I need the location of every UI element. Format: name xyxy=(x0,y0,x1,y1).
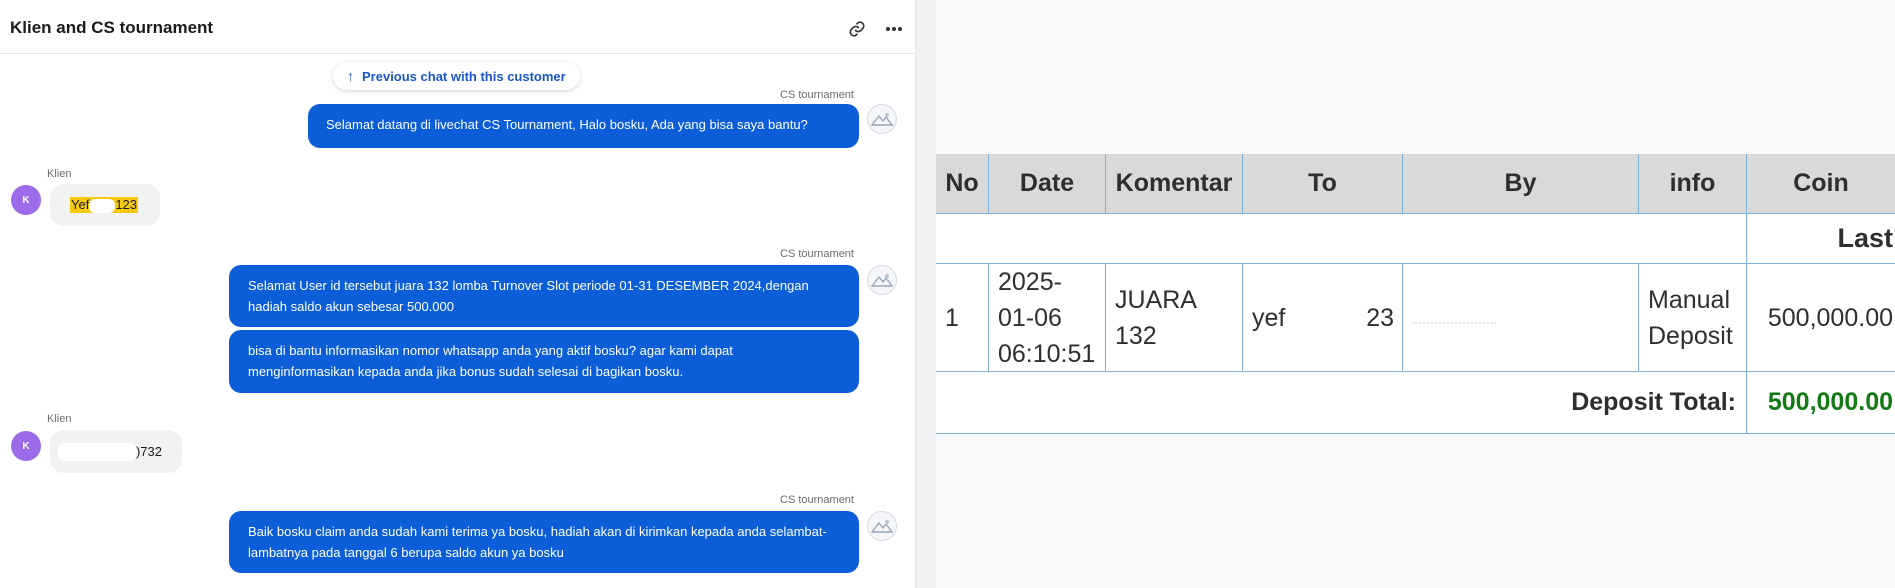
chat-panel: Klien and CS tournament ↑ Previous chat … xyxy=(0,0,916,588)
column-header: Coin xyxy=(1793,169,1849,197)
message-author: Klien xyxy=(47,168,72,180)
chat-header: Klien and CS tournament xyxy=(0,4,916,54)
message-bubble: )732 xyxy=(50,430,182,473)
message-text-start: Yef xyxy=(71,197,90,213)
last-label: Last xyxy=(1837,223,1893,253)
message-bubble: Selamat User id tersebut juara 132 lomba… xyxy=(229,265,859,327)
column-header: By xyxy=(1403,154,1639,213)
cs-avatar-icon xyxy=(867,104,897,134)
cell-info: Manual Deposit xyxy=(1639,264,1747,371)
link-icon[interactable] xyxy=(844,16,870,42)
previous-chat-label: Previous chat with this customer xyxy=(362,68,566,84)
cell-to: yef 23 xyxy=(1243,264,1403,371)
cell-coin: 500,000.00 xyxy=(1767,303,1893,332)
cell-no: 1 xyxy=(936,264,989,371)
previous-chat-button[interactable]: ↑ Previous chat with this customer xyxy=(333,62,580,90)
arrow-up-icon: ↑ xyxy=(347,68,354,84)
table-total-row: Deposit Total: 500,000.00 xyxy=(936,372,1895,434)
column-header: Date xyxy=(989,154,1106,213)
message-author: CS tournament xyxy=(780,248,854,260)
message-author: CS tournament xyxy=(780,89,854,101)
cell-by xyxy=(1403,264,1639,371)
panel-divider xyxy=(916,0,936,588)
column-header: info xyxy=(1639,154,1747,213)
message-bubble: Selamat datang di livechat CS Tournament… xyxy=(308,104,859,148)
cell-komentar: JUARA 132 xyxy=(1106,264,1243,371)
avatar: K xyxy=(11,185,41,215)
screen: Klien and CS tournament ↑ Previous chat … xyxy=(0,0,1895,588)
cs-avatar-icon xyxy=(867,511,897,541)
cell-date: 2025- 01-06 06:10:51 xyxy=(989,264,1106,371)
total-value: 500,000.00 xyxy=(1767,388,1893,416)
total-label: Deposit Total: xyxy=(936,372,1747,433)
transaction-panel: No Date Komentar To By info Coin Last 1 … xyxy=(936,0,1895,588)
table-row: Last xyxy=(936,214,1895,264)
avatar: K xyxy=(11,431,41,461)
table-header-row: No Date Komentar To By info Coin xyxy=(936,154,1895,214)
chat-title: Klien and CS tournament xyxy=(10,18,214,37)
cs-avatar-icon xyxy=(867,265,897,295)
column-header: To xyxy=(1243,154,1403,213)
message-bubble: Baik bosku claim anda sudah kami terima … xyxy=(229,511,859,573)
message-author: CS tournament xyxy=(780,494,854,506)
message-author: Klien xyxy=(47,413,72,425)
more-icon[interactable] xyxy=(881,16,907,42)
message-text-end: )732 xyxy=(135,444,162,459)
message-text-end: 123 xyxy=(115,197,138,213)
message-bubble: bisa di bantu informasikan nomor whatsap… xyxy=(229,330,859,393)
message-bubble: Yef 123 xyxy=(50,184,160,226)
column-header: No xyxy=(936,154,989,213)
column-header: Komentar xyxy=(1106,154,1243,213)
table-row[interactable]: 1 2025- 01-06 06:10:51 JUARA 132 yef 23 xyxy=(936,264,1895,372)
